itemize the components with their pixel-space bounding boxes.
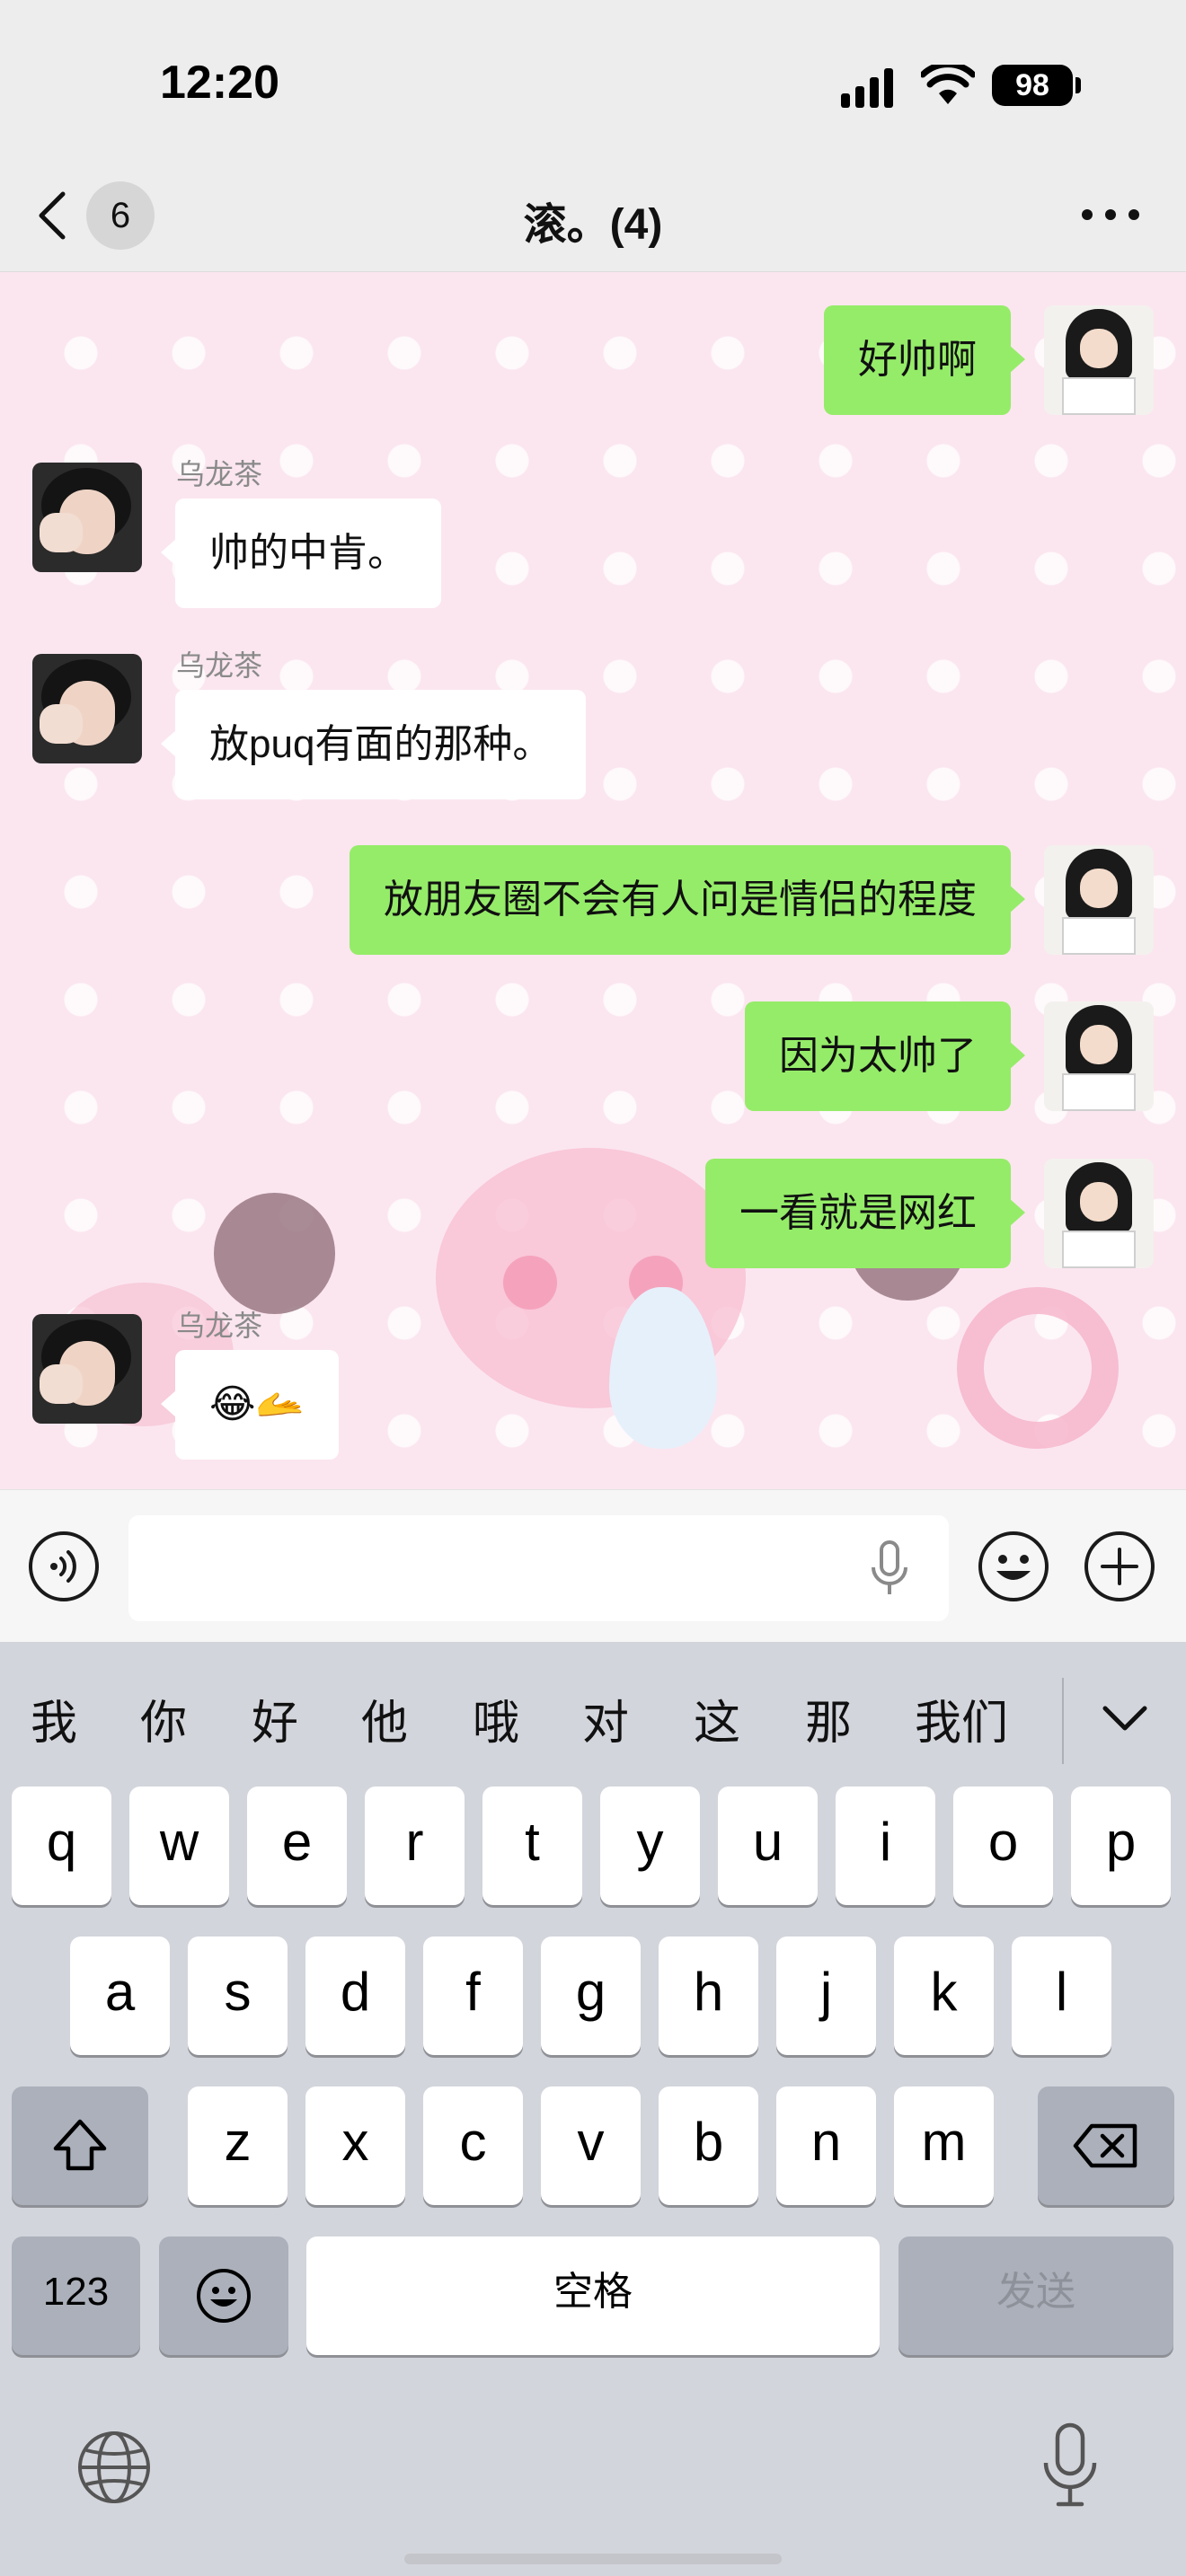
candidate-divider	[1062, 1678, 1064, 1764]
contact-avatar[interactable]	[32, 463, 142, 572]
contact-avatar[interactable]	[32, 654, 142, 763]
message-input-bar	[0, 1489, 1186, 1643]
status-bar: 12:20 98	[0, 0, 1186, 162]
candidate-word[interactable]: 你	[140, 1685, 187, 1752]
key-q[interactable]: q	[12, 1786, 111, 1905]
key-s[interactable]: s	[188, 1936, 288, 2055]
key-l[interactable]: l	[1012, 1936, 1111, 2055]
message-bubble-received[interactable]: 放puq有面的那种。	[160, 690, 587, 799]
message-bubble-sent[interactable]: 好帅啊	[824, 305, 1025, 415]
key-m[interactable]: m	[894, 2086, 994, 2205]
cellular-signal-icon	[841, 68, 893, 108]
key-e[interactable]: e	[247, 1786, 347, 1905]
candidate-word[interactable]: 哦	[473, 1685, 519, 1752]
background-decoration	[957, 1287, 1119, 1449]
background-decoration	[503, 1256, 557, 1310]
send-key[interactable]: 发送	[898, 2236, 1173, 2355]
key-x[interactable]: x	[305, 2086, 405, 2205]
candidate-word[interactable]: 他	[361, 1685, 408, 1752]
key-r[interactable]: r	[365, 1786, 465, 1905]
message-bubble-sent[interactable]: 放朋友圈不会有人问是情侣的程度	[350, 845, 1025, 955]
key-j[interactable]: j	[776, 1936, 876, 2055]
keyboard: 我 你 好 他 哦 对 这 那 我们 q w e r t y u i o p a…	[0, 1642, 1186, 2576]
background-decoration	[629, 1256, 683, 1310]
status-time: 12:20	[160, 57, 279, 109]
key-p[interactable]: p	[1071, 1786, 1171, 1905]
chat-nav-bar: 6 滚。(4)	[0, 162, 1186, 272]
sender-name: 乌龙茶	[176, 1310, 263, 1342]
key-b[interactable]: b	[659, 2086, 758, 2205]
key-i[interactable]: i	[836, 1786, 935, 1905]
my-avatar[interactable]	[1044, 1001, 1154, 1111]
background-decoration	[609, 1287, 717, 1449]
plus-icon[interactable]	[1083, 1530, 1156, 1603]
backspace-icon	[1073, 2123, 1137, 2168]
sender-name: 乌龙茶	[176, 649, 263, 682]
chat-message-list[interactable]: 好帅啊 乌龙茶 帅的中肯。 乌龙茶 放puq有面的那种。 放朋友圈不会有人问是情…	[0, 272, 1186, 1489]
candidate-bar: 我 你 好 他 哦 对 这 那 我们	[0, 1642, 1186, 1795]
contact-avatar[interactable]	[32, 1314, 142, 1424]
key-y[interactable]: y	[600, 1786, 700, 1905]
key-a[interactable]: a	[70, 1936, 170, 2055]
battery-tip	[1075, 77, 1081, 93]
wifi-icon	[921, 65, 975, 104]
candidate-word[interactable]: 我们	[915, 1685, 1008, 1752]
key-t[interactable]: t	[482, 1786, 582, 1905]
message-bubble-received[interactable]: 😂🫴	[160, 1350, 340, 1460]
candidate-word[interactable]: 对	[582, 1685, 629, 1752]
emoji-keyboard-icon	[197, 2269, 251, 2323]
background-decoration	[214, 1193, 335, 1314]
my-avatar[interactable]	[1044, 1159, 1154, 1268]
key-k[interactable]: k	[894, 1936, 994, 2055]
sender-name: 乌龙茶	[176, 458, 263, 490]
shift-key[interactable]	[12, 2086, 148, 2205]
more-icon[interactable]	[1078, 201, 1143, 228]
key-o[interactable]: o	[953, 1786, 1053, 1905]
home-indicator	[404, 2554, 782, 2564]
candidate-word[interactable]: 这	[694, 1685, 740, 1752]
message-bubble-sent[interactable]: 因为太帅了	[745, 1001, 1025, 1111]
candidate-word[interactable]: 我	[31, 1685, 77, 1752]
key-w[interactable]: w	[129, 1786, 229, 1905]
globe-icon[interactable]	[75, 2429, 153, 2506]
key-f[interactable]: f	[423, 1936, 523, 2055]
space-key[interactable]: 空格	[306, 2236, 880, 2355]
candidate-word[interactable]: 那	[805, 1685, 852, 1752]
numbers-key[interactable]: 123	[12, 2236, 140, 2355]
chat-title: 滚。(4)	[523, 201, 663, 249]
background-decoration	[436, 1148, 746, 1408]
emoji-key[interactable]	[159, 2236, 288, 2355]
chevron-down-icon[interactable]	[1098, 1696, 1152, 1742]
message-bubble-sent[interactable]: 一看就是网红	[705, 1159, 1025, 1268]
my-avatar[interactable]	[1044, 845, 1154, 955]
emoji-icon[interactable]	[977, 1530, 1050, 1603]
dictation-microphone-icon[interactable]	[1040, 2422, 1100, 2508]
shift-icon	[53, 2119, 107, 2171]
key-u[interactable]: u	[718, 1786, 818, 1905]
key-g[interactable]: g	[541, 1936, 641, 2055]
microphone-icon[interactable]	[863, 1537, 916, 1600]
candidate-word[interactable]: 好	[252, 1685, 298, 1752]
message-bubble-received[interactable]: 帅的中肯。	[161, 498, 441, 608]
backspace-key[interactable]	[1038, 2086, 1174, 2205]
my-avatar[interactable]	[1044, 305, 1154, 415]
voice-mode-icon[interactable]	[27, 1530, 101, 1603]
key-h[interactable]: h	[659, 1936, 758, 2055]
battery-indicator: 98	[992, 65, 1073, 106]
key-n[interactable]: n	[776, 2086, 876, 2205]
message-input[interactable]	[128, 1515, 949, 1621]
key-c[interactable]: c	[423, 2086, 523, 2205]
key-z[interactable]: z	[188, 2086, 288, 2205]
key-v[interactable]: v	[541, 2086, 641, 2205]
key-d[interactable]: d	[305, 1936, 405, 2055]
